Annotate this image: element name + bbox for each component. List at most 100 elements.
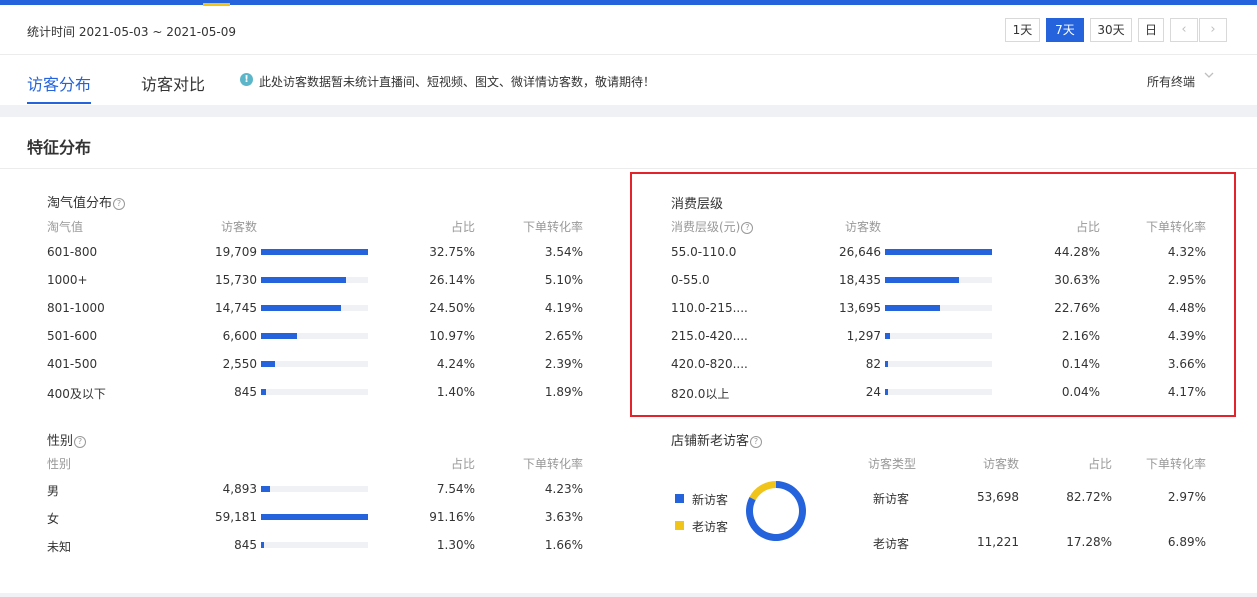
next-period-button[interactable]: › bbox=[1199, 18, 1227, 42]
taoqi-title-text: 淘气值分布 bbox=[47, 196, 113, 211]
section-title: 特征分布 bbox=[27, 138, 92, 157]
new-old-title: 店铺新老访客? bbox=[671, 430, 763, 449]
range-button-7days[interactable]: 7天 bbox=[1046, 18, 1084, 42]
prev-period-button[interactable]: ‹ bbox=[1170, 18, 1198, 42]
taoqi-row-share: 1.40% bbox=[436, 385, 475, 399]
col-header: 访客类型 bbox=[868, 457, 917, 471]
new-old-row-share: 17.28% bbox=[1066, 535, 1112, 549]
new-old-row-conversion: 6.89% bbox=[1167, 535, 1206, 549]
taoqi-row-bar-track bbox=[261, 389, 368, 395]
new-old-donut-chart bbox=[745, 481, 806, 541]
taoqi-row-bar-track bbox=[261, 277, 368, 283]
donut-slice-old[interactable] bbox=[749, 481, 776, 501]
help-icon[interactable]: ? bbox=[741, 222, 754, 234]
top-progress-bar bbox=[0, 0, 1257, 5]
taoqi-row-visitors: 19,709 bbox=[215, 245, 257, 259]
col-header: 下单转化率 bbox=[522, 220, 583, 234]
taoqi-row-conversion: 3.54% bbox=[544, 245, 583, 259]
range-button-1day[interactable]: 1天 bbox=[1005, 18, 1040, 42]
gender-row-share: 1.30% bbox=[436, 538, 475, 552]
taoqi-row-share: 10.97% bbox=[429, 329, 475, 343]
consumption-row-label: 110.0-215.... bbox=[671, 301, 748, 315]
range-button-day[interactable]: 日 bbox=[1138, 18, 1164, 42]
consumption-row-share: 0.14% bbox=[1061, 357, 1100, 371]
consumption-row-bar-fill bbox=[885, 277, 959, 283]
tab-visitor-distribution[interactable]: 访客分布 bbox=[27, 71, 91, 95]
col-header: 占比 bbox=[1087, 457, 1112, 471]
new-old-row-visitors: 53,698 bbox=[977, 490, 1019, 504]
bottom-band bbox=[0, 593, 1257, 597]
chevron-right-icon: › bbox=[1210, 22, 1216, 37]
help-icon[interactable]: ? bbox=[113, 198, 126, 210]
col-header: 下单转化率 bbox=[522, 457, 583, 471]
gender-row-conversion: 4.23% bbox=[544, 482, 583, 496]
section-divider bbox=[0, 168, 1257, 169]
col-header: 占比 bbox=[1075, 220, 1100, 234]
terminal-select[interactable]: 所有终端 bbox=[1147, 73, 1195, 90]
tab-visitor-comparison[interactable]: 访客对比 bbox=[141, 71, 205, 95]
gender-row-share: 91.16% bbox=[429, 510, 475, 524]
gender-row-bar-fill bbox=[261, 514, 368, 520]
gender-row-label: 未知 bbox=[47, 540, 72, 554]
taoqi-row-conversion: 5.10% bbox=[544, 273, 583, 287]
taoqi-row-share: 24.50% bbox=[429, 301, 475, 315]
gender-row-bar-track bbox=[261, 486, 368, 492]
taoqi-row-visitors: 2,550 bbox=[222, 357, 257, 371]
help-icon[interactable]: ? bbox=[750, 436, 763, 448]
range-button-30days[interactable]: 30天 bbox=[1090, 18, 1132, 42]
consumption-row-bar-track bbox=[885, 361, 992, 367]
consumption-row-share: 0.04% bbox=[1061, 385, 1100, 399]
chevron-down-icon[interactable] bbox=[1203, 69, 1215, 84]
taoqi-row-bar-track bbox=[261, 361, 368, 367]
taoqi-row-share: 32.75% bbox=[429, 245, 475, 259]
taoqi-title: 淘气值分布? bbox=[47, 192, 126, 211]
gender-row-label: 女 bbox=[47, 512, 60, 526]
taoqi-row-visitors: 845 bbox=[234, 385, 257, 399]
taoqi-row-label: 601-800 bbox=[47, 245, 98, 259]
consumption-row-conversion: 3.66% bbox=[1167, 357, 1206, 371]
consumption-row-bar-track bbox=[885, 389, 992, 395]
gender-row-bar-fill bbox=[261, 542, 264, 548]
gender-row-conversion: 3.63% bbox=[544, 510, 583, 524]
col-header: 下单转化率 bbox=[1145, 457, 1206, 471]
taoqi-row-bar-fill bbox=[261, 277, 346, 283]
legend-swatch-new bbox=[675, 494, 684, 503]
consumption-row-conversion: 4.39% bbox=[1167, 329, 1206, 343]
consumption-row-bar-track bbox=[885, 249, 992, 255]
new-old-row-conversion: 2.97% bbox=[1167, 490, 1206, 504]
col-header: 访客数 bbox=[845, 220, 882, 234]
col-header: 占比 bbox=[450, 457, 475, 471]
consumption-row-share: 2.16% bbox=[1061, 329, 1100, 343]
consumption-row-visitors: 13,695 bbox=[839, 301, 881, 315]
taoqi-row-bar-fill bbox=[261, 389, 266, 395]
taoqi-row-share: 4.24% bbox=[436, 357, 475, 371]
taoqi-row-label: 801-1000 bbox=[47, 301, 105, 315]
consumption-row-bar-fill bbox=[885, 389, 888, 395]
chevron-left-icon: ‹ bbox=[1181, 22, 1187, 37]
col-header: 淘气值 bbox=[47, 220, 84, 234]
consumption-row-bar-track bbox=[885, 305, 992, 311]
consumption-row-label: 820.0以上 bbox=[671, 387, 730, 401]
taoqi-row-visitors: 14,745 bbox=[215, 301, 257, 315]
date-range-label: 统计时间 2021-05-03 ~ 2021-05-09 bbox=[27, 25, 236, 39]
taoqi-row-label: 1000+ bbox=[47, 273, 88, 287]
consumption-row-share: 44.28% bbox=[1054, 245, 1100, 259]
consumption-row-conversion: 4.48% bbox=[1167, 301, 1206, 315]
consumption-row-conversion: 2.95% bbox=[1167, 273, 1206, 287]
help-icon[interactable]: ? bbox=[74, 436, 87, 448]
gender-row-visitors: 59,181 bbox=[215, 510, 257, 524]
taoqi-row-conversion: 4.19% bbox=[544, 301, 583, 315]
section-separator bbox=[0, 105, 1257, 117]
gender-row-visitors: 4,893 bbox=[222, 482, 257, 496]
taoqi-row-conversion: 1.89% bbox=[544, 385, 583, 399]
taoqi-row-bar-fill bbox=[261, 333, 297, 339]
col-header: 访客数 bbox=[221, 220, 258, 234]
col-header: 性别 bbox=[47, 457, 72, 471]
col-header: 访客数 bbox=[982, 457, 1019, 471]
consumption-row-visitors: 1,297 bbox=[846, 329, 881, 343]
consumption-row-label: 420.0-820.... bbox=[671, 357, 748, 371]
active-tab-underline bbox=[27, 102, 91, 104]
consumption-row-bar-fill bbox=[885, 333, 890, 339]
consumption-row-label: 0-55.0 bbox=[671, 273, 710, 287]
consumption-row-visitors: 18,435 bbox=[839, 273, 881, 287]
